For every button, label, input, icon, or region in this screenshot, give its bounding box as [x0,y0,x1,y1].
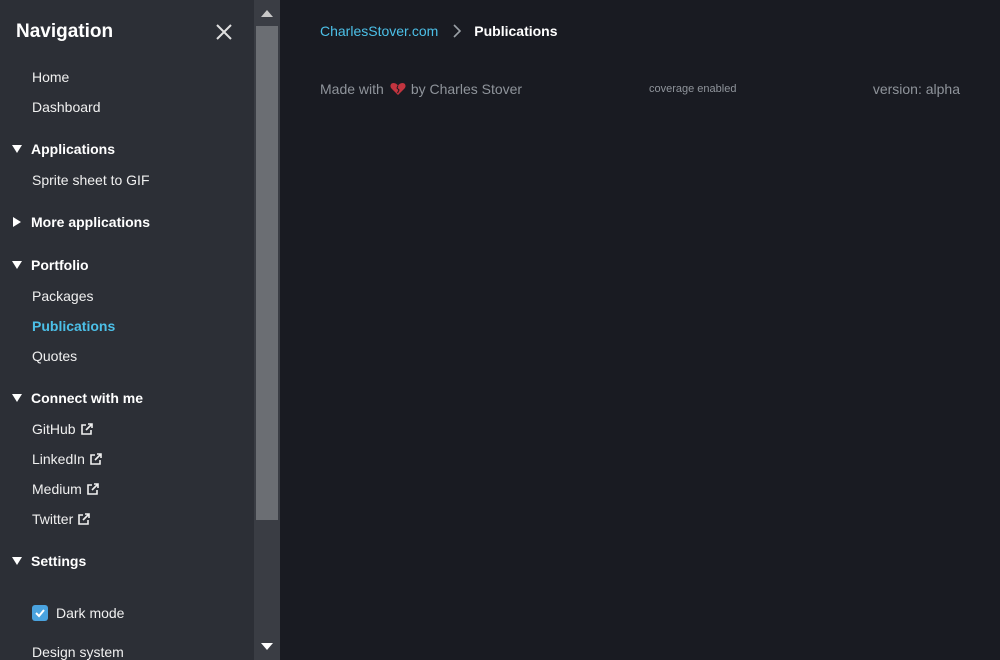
sidebar-scrollbar[interactable] [254,0,280,660]
caret-down-icon [12,261,22,269]
sidebar-item-github[interactable]: GitHub [32,419,94,439]
link-label: GitHub [32,421,76,437]
section-more-applications[interactable]: More applications [12,212,150,232]
caret-down-icon [12,145,22,153]
sidebar-item-publications[interactable]: Publications [32,316,115,336]
caret-down-icon [12,557,22,565]
breadcrumb-home-link[interactable]: CharlesStover.com [320,23,438,39]
scroll-thumb[interactable] [256,26,278,520]
sidebar-item-dashboard[interactable]: Dashboard [32,97,101,117]
section-label: More applications [31,214,151,230]
author-label: by Charles Stover [410,81,523,97]
external-link-icon [80,423,93,435]
sidebar-item-sprite-sheet[interactable]: Sprite sheet to GIF [32,170,150,190]
caret-right-icon [13,217,21,227]
section-connect[interactable]: Connect with me [12,388,143,408]
dark-mode-checkbox[interactable] [32,605,48,621]
scroll-up-icon[interactable] [261,8,273,18]
sidebar-item-twitter[interactable]: Twitter [32,509,91,529]
caret-down-icon [12,394,22,402]
sidebar-item-quotes[interactable]: Quotes [32,346,77,366]
scroll-down-icon[interactable] [261,642,273,652]
coverage-status: coverage enabled [649,83,737,95]
sidebar-item-home[interactable]: Home [32,67,69,87]
sidebar-item-medium[interactable]: Medium [32,479,100,499]
section-portfolio[interactable]: Portfolio [12,255,89,275]
breadcrumb: CharlesStover.com Publications [320,20,558,42]
link-label: Medium [32,481,82,497]
dark-mode-toggle[interactable]: Dark mode [32,603,124,623]
external-link-icon [90,453,102,465]
section-label: Portfolio [31,257,89,273]
dark-mode-label: Dark mode [56,605,125,621]
section-settings[interactable]: Settings [12,551,86,571]
checkmark-icon [35,609,45,618]
sidebar-item-packages[interactable]: Packages [32,286,93,306]
version-label: version: alpha [872,81,960,97]
sidebar-item-design-system[interactable]: Design system [32,642,124,660]
main-content: CharlesStover.com Publications Made with… [280,0,1000,660]
breadcrumb-current: Publications [474,23,558,39]
external-link-icon [78,513,91,525]
section-applications[interactable]: Applications [12,139,115,159]
sidebar-item-linkedin[interactable]: LinkedIn [32,449,103,469]
nav-title: Navigation [16,21,114,42]
made-with: Made with by Charles Stover [320,78,522,100]
chevron-right-icon [453,24,462,38]
sidebar: Navigation Home Dashboard Applications S… [0,0,254,660]
external-link-icon [86,483,99,495]
section-label: Connect with me [31,390,144,406]
made-with-label: Made with [320,81,384,97]
section-label: Settings [31,553,87,569]
link-label: Twitter [32,511,74,527]
footer: Made with by Charles Stover coverage ena… [320,78,960,100]
nav-header: Navigation [16,18,238,46]
link-label: LinkedIn [32,451,85,467]
section-label: Applications [31,141,116,157]
heart-icon [390,83,406,95]
close-icon[interactable] [214,22,234,42]
